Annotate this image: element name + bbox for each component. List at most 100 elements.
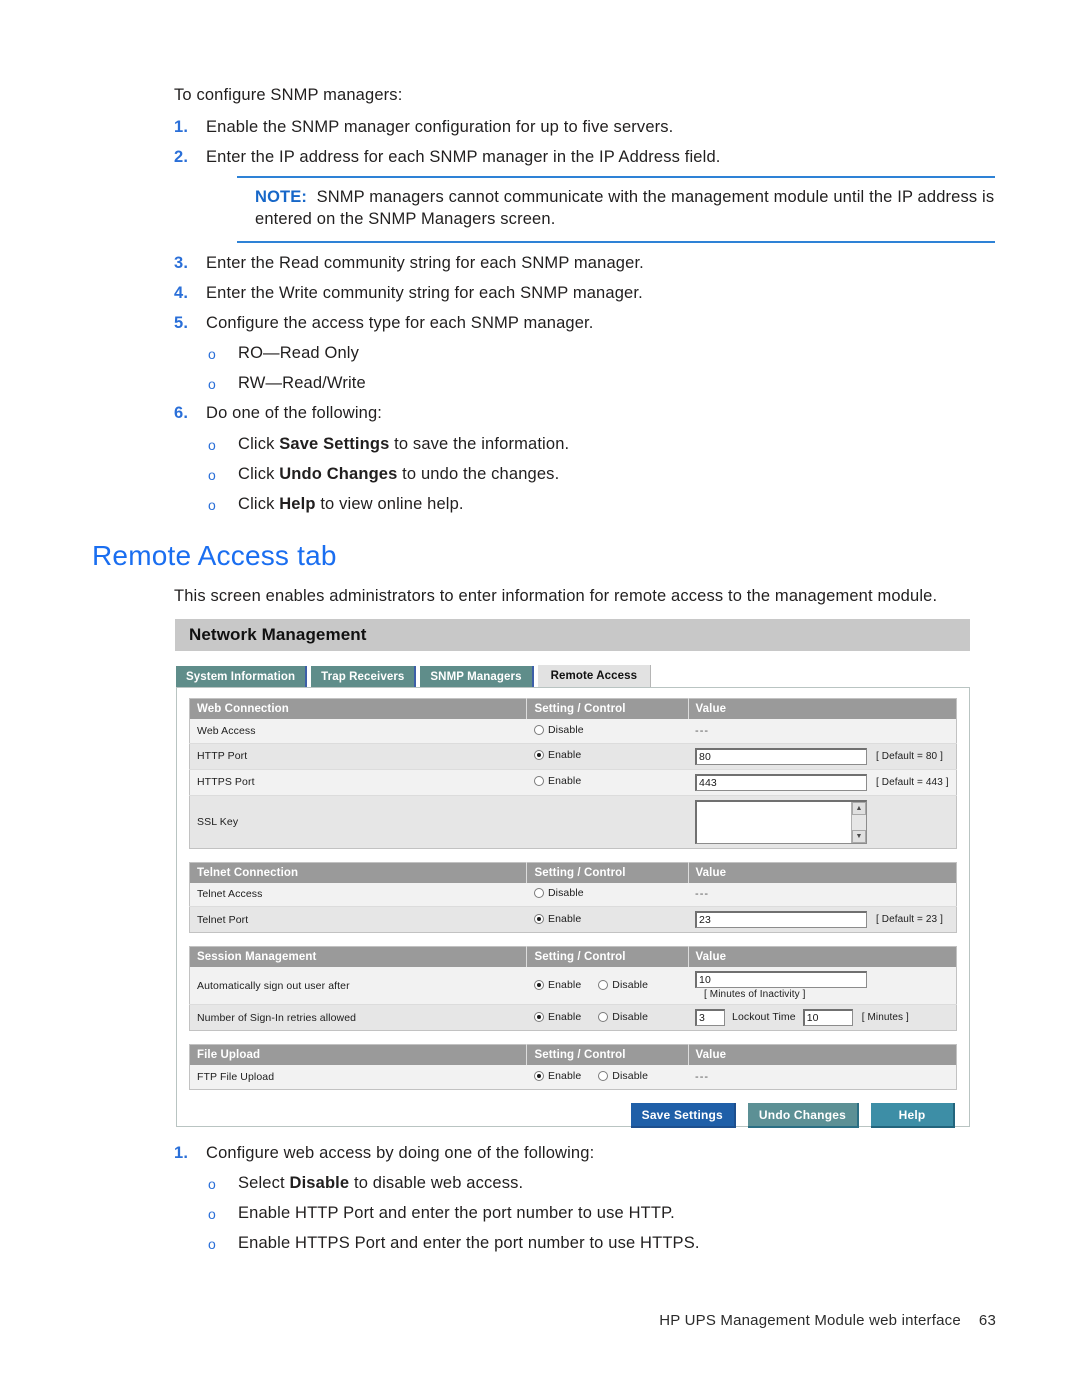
tab-snmp-managers[interactable]: SNMP Managers bbox=[420, 666, 534, 688]
signin-retries-hint: [ Minutes ] bbox=[861, 1012, 909, 1024]
ssl-key-text[interactable] bbox=[697, 801, 852, 843]
table-header-row: File Upload Setting / Control Value bbox=[189, 1044, 957, 1065]
table-header-row: Web Connection Setting / Control Value bbox=[189, 698, 957, 719]
value-placeholder: --- bbox=[695, 888, 710, 901]
row-control-auto-signout: Enable Disable bbox=[526, 967, 689, 1005]
embedded-app-screenshot: Network Management System Information Tr… bbox=[170, 619, 974, 1133]
bottom-option-http: o Enable HTTP Port and enter the port nu… bbox=[208, 1204, 928, 1225]
value-placeholder: --- bbox=[695, 1070, 710, 1083]
scroll-up-icon[interactable]: ▲ bbox=[852, 801, 867, 815]
telnet-port-input[interactable]: 23 bbox=[695, 911, 868, 928]
auto-signout-hint: [ Minutes of Inactivity ] bbox=[704, 989, 806, 1000]
lockout-time-input[interactable]: 10 bbox=[802, 1009, 853, 1026]
table-file-upload: File Upload Setting / Control Value FTP … bbox=[189, 1044, 957, 1090]
note-body: NOTE: SNMP managers cannot communicate w… bbox=[237, 187, 995, 231]
table-telnet-connection: Telnet Connection Setting / Control Valu… bbox=[189, 861, 957, 933]
radio-label: Disable bbox=[612, 1069, 649, 1082]
option-bold-term: Undo Changes bbox=[279, 465, 398, 483]
note-label: NOTE: bbox=[255, 188, 308, 206]
save-settings-button[interactable]: Save Settings bbox=[630, 1102, 736, 1128]
page-number: 63 bbox=[978, 1312, 996, 1329]
step-number: 1. bbox=[174, 1144, 189, 1162]
radio-ftp-upload-disable[interactable]: Disable bbox=[598, 1070, 648, 1082]
step6-option-save: o Click Save Settings to save the inform… bbox=[208, 435, 928, 456]
row-value-web-access: --- bbox=[688, 719, 957, 744]
row-control-http-port: Enable bbox=[526, 743, 689, 770]
tab-content-panel: Web Connection Setting / Control Value W… bbox=[176, 687, 970, 1128]
auto-signout-minutes-input[interactable]: 10 bbox=[695, 971, 868, 988]
option-suffix: to undo the changes. bbox=[397, 465, 560, 483]
table-row: HTTPS Port Enable 443 [ Default = 443 ] bbox=[189, 769, 957, 796]
bullet-marker: o bbox=[208, 1206, 216, 1222]
radio-label: Enable bbox=[547, 1010, 582, 1023]
help-button[interactable]: Help bbox=[871, 1102, 955, 1128]
radio-button-icon[interactable] bbox=[533, 750, 544, 760]
https-port-default-hint: [ Default = 443 ] bbox=[876, 776, 949, 788]
lead-in-text: To configure SNMP managers: bbox=[174, 86, 403, 104]
scrollbar[interactable]: ▲ ▼ bbox=[851, 801, 867, 843]
radio-button-icon[interactable] bbox=[533, 776, 544, 786]
radio-label: Enable bbox=[547, 1069, 582, 1082]
https-port-input[interactable]: 443 bbox=[695, 773, 868, 791]
bullet-marker: o bbox=[208, 1176, 216, 1192]
step-number: 4. bbox=[174, 284, 189, 302]
undo-changes-button[interactable]: Undo Changes bbox=[747, 1102, 859, 1128]
option-text: Select Disable to disable web access. bbox=[238, 1174, 928, 1195]
radio-button-icon[interactable] bbox=[533, 1011, 544, 1022]
radio-https-port-enable[interactable]: Enable bbox=[533, 775, 582, 787]
tab-remote-access[interactable]: Remote Access bbox=[537, 665, 652, 688]
table-row: Telnet Access Disable --- bbox=[189, 882, 957, 907]
signin-retries-input[interactable]: 3 bbox=[695, 1009, 726, 1026]
radio-button-icon[interactable] bbox=[533, 1070, 544, 1081]
tab-system-information[interactable]: System Information bbox=[176, 666, 308, 688]
radio-label: Disable bbox=[612, 1010, 649, 1023]
http-port-default-hint: [ Default = 80 ] bbox=[876, 750, 943, 762]
radio-button-icon[interactable] bbox=[533, 979, 544, 990]
ssl-key-textarea[interactable]: ▲ ▼ bbox=[695, 799, 868, 844]
radio-web-access-disable[interactable]: Disable bbox=[533, 724, 584, 736]
row-value-ssl-key: ▲ ▼ bbox=[688, 795, 957, 848]
step6-option-help: o Click Help to view online help. bbox=[208, 495, 928, 516]
step-number: 2. bbox=[174, 148, 189, 166]
radio-button-icon[interactable] bbox=[533, 913, 544, 924]
step-text: Enter the IP address for each SNMP manag… bbox=[206, 148, 721, 166]
radio-telnet-access-disable[interactable]: Disable bbox=[533, 887, 584, 899]
radio-http-port-enable[interactable]: Enable bbox=[533, 749, 581, 761]
radio-label: Enable bbox=[547, 775, 582, 787]
radio-signin-retries-enable[interactable]: Enable bbox=[533, 1010, 582, 1023]
action-button-row: Save Settings Undo Changes Help bbox=[189, 1102, 957, 1128]
radio-button-icon[interactable] bbox=[598, 979, 609, 990]
radio-button-icon[interactable] bbox=[533, 888, 544, 899]
row-label-https-port: HTTPS Port bbox=[189, 769, 527, 796]
table-row: Telnet Port Enable 23 [ Default = 23 ] bbox=[189, 906, 957, 933]
radio-auto-signout-enable[interactable]: Enable bbox=[533, 979, 581, 991]
row-label-auto-signout: Automatically sign out user after bbox=[189, 967, 527, 1005]
radio-telnet-port-enable[interactable]: Enable bbox=[533, 912, 582, 925]
row-value-http-port: 80 [ Default = 80 ] bbox=[688, 743, 957, 770]
radio-button-icon[interactable] bbox=[533, 724, 544, 735]
tab-bar: System Information Trap Receivers SNMP M… bbox=[176, 665, 655, 688]
row-control-web-access: Disable bbox=[526, 719, 689, 744]
option-bold-term: Save Settings bbox=[279, 435, 390, 453]
scroll-down-icon[interactable]: ▼ bbox=[852, 829, 867, 843]
radio-label: Enable bbox=[547, 912, 582, 925]
column-header-value: Value bbox=[688, 862, 957, 883]
radio-signin-retries-disable[interactable]: Disable bbox=[598, 1011, 648, 1023]
row-label-ssl-key: SSL Key bbox=[189, 795, 527, 848]
step-2: 2. Enter the IP address for each SNMP ma… bbox=[174, 148, 934, 167]
access-type-label: RO—Read Only bbox=[238, 344, 360, 362]
tab-trap-receivers[interactable]: Trap Receivers bbox=[311, 666, 417, 688]
option-text: Enable HTTP Port and enter the port numb… bbox=[238, 1204, 675, 1222]
http-port-input[interactable]: 80 bbox=[695, 747, 868, 765]
bullet-marker: o bbox=[208, 467, 216, 483]
radio-button-icon[interactable] bbox=[598, 1070, 609, 1081]
row-label-telnet-port: Telnet Port bbox=[189, 906, 527, 933]
bullet-marker: o bbox=[208, 346, 216, 362]
radio-auto-signout-disable[interactable]: Disable bbox=[598, 979, 648, 991]
radio-button-icon[interactable] bbox=[598, 1011, 609, 1022]
row-label-ftp-file-upload: FTP File Upload bbox=[189, 1065, 527, 1089]
telnet-port-default-hint: [ Default = 23 ] bbox=[876, 914, 943, 926]
column-header-setting: Setting / Control bbox=[526, 946, 689, 967]
footer-title: HP UPS Management Module web interface bbox=[659, 1312, 961, 1329]
radio-ftp-upload-enable[interactable]: Enable bbox=[533, 1069, 582, 1082]
